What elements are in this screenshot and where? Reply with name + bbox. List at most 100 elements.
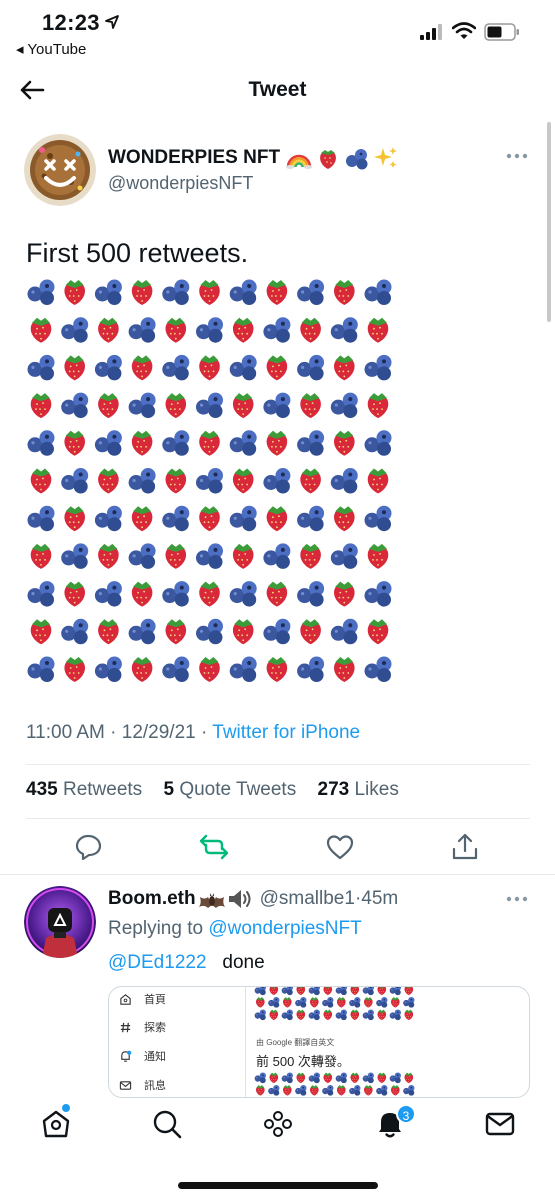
strawberry-emoji <box>98 468 119 494</box>
tweet-stats: 435 Retweets 5 Quote Tweets 273 Likes <box>26 779 399 801</box>
blueberries-emoji <box>128 392 156 419</box>
blueberries-emoji <box>94 581 122 607</box>
blueberries-emoji <box>162 430 190 456</box>
reply-more-options-icon[interactable] <box>504 893 530 905</box>
blueberries-emoji <box>162 354 190 381</box>
strawberry-emoji <box>30 619 52 645</box>
strawberry-emoji <box>336 1085 346 1096</box>
back-to-app-link[interactable]: ◂ YouTube <box>16 40 86 58</box>
search-icon[interactable] <box>151 1108 183 1140</box>
scrollbar[interactable] <box>547 122 551 322</box>
strawberry-emoji <box>131 430 153 456</box>
blueberries-emoji <box>297 656 325 682</box>
reply-time: 45m <box>361 888 399 909</box>
blueberries-emoji <box>335 1009 347 1021</box>
status-bar: 12:23 ◂ YouTube <box>0 0 555 64</box>
blueberries-emoji <box>295 996 307 1008</box>
blueberries-emoji <box>196 392 223 419</box>
bat-icon <box>198 893 225 908</box>
strawberry-emoji <box>98 619 119 645</box>
blueberries-emoji <box>263 618 291 645</box>
blueberries-emoji <box>364 505 392 532</box>
blueberries-emoji <box>322 1084 334 1096</box>
blueberries-emoji <box>94 430 122 456</box>
strawberry-emoji <box>300 619 321 645</box>
embed-menu-home: 首頁 <box>119 991 166 1007</box>
retweet-icon[interactable] <box>199 832 229 862</box>
blueberries-emoji <box>376 1084 388 1096</box>
reply-mention-link[interactable]: @DEd1222 <box>108 952 207 973</box>
blueberries-emoji <box>297 505 325 532</box>
strawberry-emoji <box>377 1072 387 1084</box>
share-icon[interactable] <box>450 832 480 862</box>
strawberry-emoji <box>266 430 288 456</box>
strawberry-emoji <box>30 317 52 343</box>
reply-author-handle[interactable]: @smallbe1 <box>260 888 355 910</box>
blueberries-emoji <box>61 392 89 419</box>
strawberry-emoji <box>390 1085 400 1096</box>
strawberry-icon <box>320 150 336 169</box>
blueberries-emoji <box>330 392 358 419</box>
strawberry-emoji <box>350 987 360 996</box>
strawberry-emoji <box>300 468 321 494</box>
strawberry-emoji <box>131 280 153 305</box>
strawberry-emoji <box>282 997 292 1008</box>
messages-icon[interactable] <box>484 1108 516 1140</box>
home-icon[interactable] <box>40 1108 72 1140</box>
blueberries-emoji <box>403 996 415 1008</box>
reply-author-avatar[interactable] <box>24 886 96 958</box>
reply-icon[interactable] <box>74 832 104 862</box>
blueberries-emoji <box>364 656 392 682</box>
embed-menu-messages: 訊息 <box>119 1077 166 1093</box>
strawberry-emoji <box>377 1009 387 1021</box>
blueberries-emoji <box>364 354 392 381</box>
blueberries-emoji <box>389 1072 401 1084</box>
blueberries-emoji <box>362 987 374 996</box>
blueberries-emoji <box>196 317 223 343</box>
strawberry-emoji <box>269 1072 279 1084</box>
reply-author-name[interactable]: Boom.eth <box>108 888 196 910</box>
blueberries-emoji <box>297 581 325 607</box>
reply-attached-image[interactable]: 首頁 探索 通知 訊息 由 Google 翻譯自英文 前 500 次轉發。 <box>108 986 530 1098</box>
author-name[interactable]: WONDERPIES NFT <box>108 146 398 170</box>
like-heart-icon[interactable] <box>325 832 355 862</box>
replying-to-handle-link[interactable]: @wonderpiesNFT <box>208 918 361 939</box>
strawberry-emoji <box>64 657 85 682</box>
tweet-source-link[interactable]: Twitter for iPhone <box>212 722 360 743</box>
speaker-icon <box>228 890 251 908</box>
strawberry-emoji <box>255 1085 265 1096</box>
strawberry-emoji <box>269 1009 279 1021</box>
blueberries-emoji <box>322 996 334 1008</box>
strawberry-emoji <box>309 1085 319 1096</box>
blueberries-emoji <box>297 354 325 381</box>
blueberries-emoji <box>27 354 55 381</box>
strawberry-emoji <box>199 430 220 456</box>
embed-translated-text: 前 500 次轉發。 <box>256 1054 350 1069</box>
strawberry-emoji <box>232 468 254 494</box>
blueberries-emoji <box>349 996 361 1008</box>
strawberry-emoji <box>390 997 400 1008</box>
more-options-icon[interactable] <box>504 150 530 162</box>
nav-header: Tweet <box>0 64 555 116</box>
blueberries-emoji <box>162 279 190 305</box>
author-avatar[interactable] <box>24 134 96 206</box>
strawberry-emoji <box>296 987 306 996</box>
strawberry-emoji <box>323 987 333 996</box>
blueberries-emoji <box>196 468 223 494</box>
divider <box>0 874 555 875</box>
strawberry-emoji <box>266 506 288 532</box>
strawberry-emoji <box>98 543 119 569</box>
app-screen: 12:23 ◂ YouTube Tweet WONDERPIES NFT @wo… <box>0 0 555 1200</box>
blueberries-emoji <box>254 1009 266 1021</box>
blueberries-emoji <box>281 1009 293 1021</box>
blueberries-emoji <box>330 317 358 343</box>
strawberry-emoji <box>64 506 85 532</box>
spaces-icon[interactable] <box>262 1108 294 1140</box>
likes-stat[interactable]: 273 Likes <box>318 779 399 800</box>
home-indicator <box>178 1182 378 1189</box>
blueberries-emoji <box>128 317 156 343</box>
retweets-stat[interactable]: 435 Retweets <box>26 779 142 800</box>
author-handle[interactable]: @wonderpiesNFT <box>108 173 253 194</box>
quote-tweets-stat[interactable]: 5 Quote Tweets <box>163 779 296 800</box>
strawberry-emoji <box>266 280 288 305</box>
